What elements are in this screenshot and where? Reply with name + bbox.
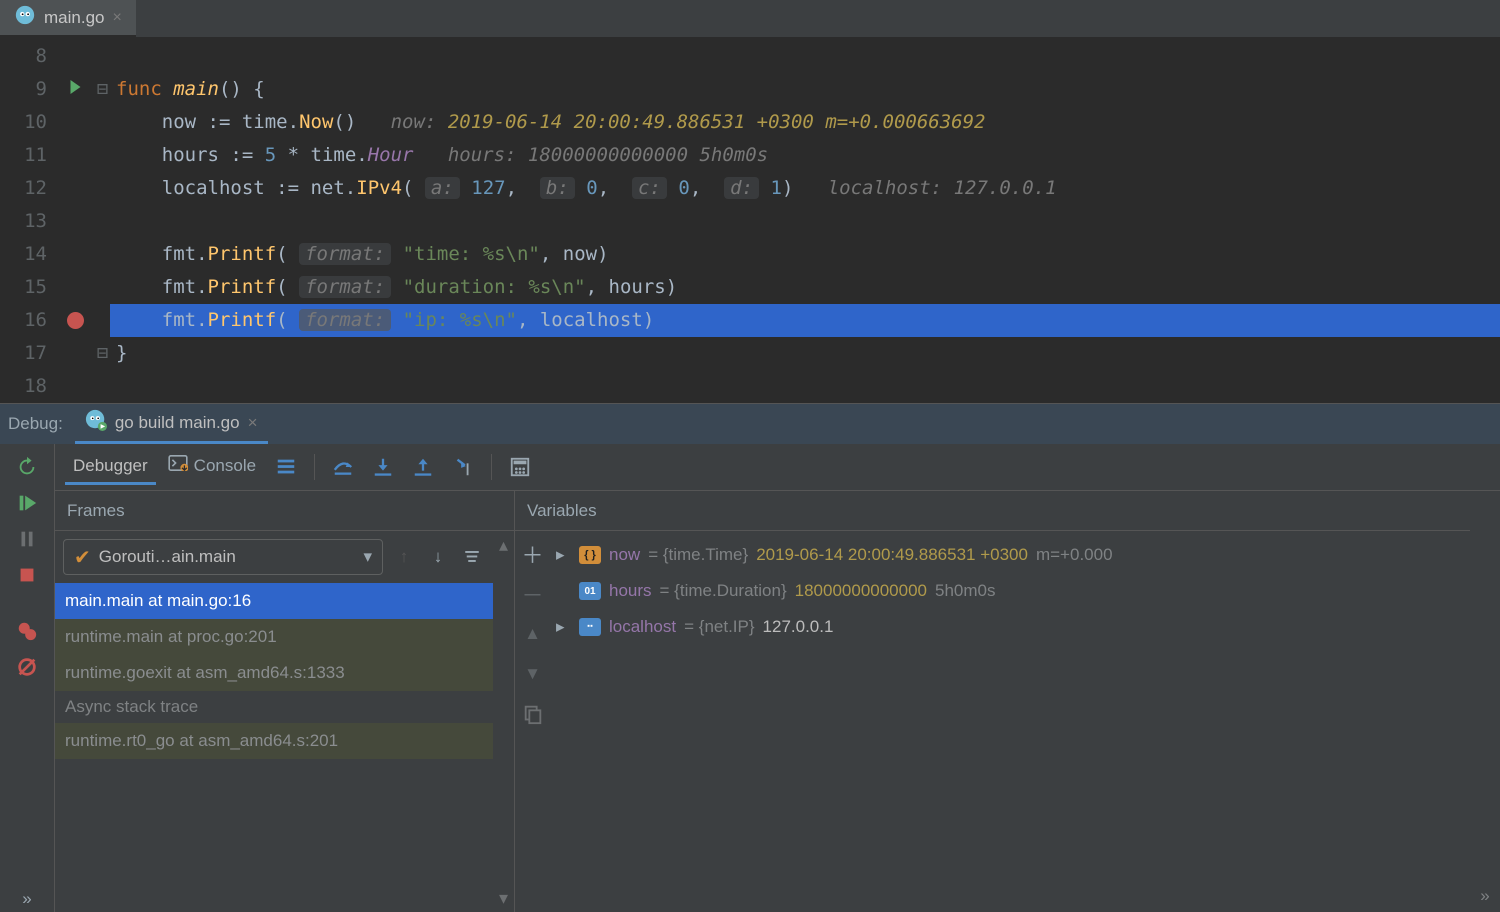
file-tab-label: main.go xyxy=(44,8,104,28)
frames-scrollbar[interactable]: ▴ ▾ xyxy=(493,531,514,912)
frames-list[interactable]: main.main at main.go:16runtime.main at p… xyxy=(55,583,493,759)
evaluate-expression-button[interactable] xyxy=(502,449,538,485)
debug-toolwindow-header: Debug: go build main.go × xyxy=(0,403,1500,444)
frames-panel-title: Frames xyxy=(55,491,514,531)
step-into-button[interactable] xyxy=(365,449,401,485)
down-watch-button[interactable]: ▼ xyxy=(520,661,546,687)
stack-frame[interactable]: runtime.goexit at asm_amd64.s:1333 xyxy=(55,655,493,691)
next-frame-button[interactable]: ↓ xyxy=(425,547,451,567)
add-watch-button[interactable]: ＋ xyxy=(520,541,546,567)
code-editor[interactable]: 89101112131415161718 ⊟⊟ func main() { no… xyxy=(0,37,1500,403)
run-config-label: go build main.go xyxy=(115,413,240,433)
file-tab-main-go[interactable]: main.go × xyxy=(0,0,136,37)
code-area[interactable]: func main() { now := time.Now() now: 201… xyxy=(110,37,1500,403)
check-icon: ✔ xyxy=(74,545,91,570)
threads-icon[interactable] xyxy=(268,449,304,485)
view-breakpoints-button[interactable] xyxy=(14,618,40,644)
async-stack-label: Async stack trace xyxy=(55,691,493,723)
variables-panel-title: Variables xyxy=(515,491,1470,531)
stack-frame[interactable]: main.main at main.go:16 xyxy=(55,583,493,619)
fold-close-icon[interactable]: ⊟ xyxy=(97,337,108,370)
rerun-button[interactable] xyxy=(14,454,40,480)
resume-button[interactable] xyxy=(14,490,40,516)
debug-tabs-toolbar: Debugger Console xyxy=(55,444,1500,491)
tab-console[interactable]: Console xyxy=(160,449,264,485)
expand-icon[interactable]: ▸ xyxy=(556,617,571,637)
console-icon xyxy=(168,455,188,476)
goroutine-selector[interactable]: ✔ Gorouti…ain.main ▾ xyxy=(63,539,383,575)
step-over-button[interactable] xyxy=(325,449,361,485)
fold-open-icon[interactable]: ⊟ xyxy=(97,73,108,106)
frames-panel: Frames ✔ Gorouti…ain.main ▾ ↑ ↓ xyxy=(55,491,515,912)
variables-more-icon[interactable]: » xyxy=(1470,491,1500,912)
debug-title: Debug: xyxy=(8,414,63,434)
fold-gutter: ⊟⊟ xyxy=(95,37,110,403)
editor-tab-bar: main.go × xyxy=(0,0,1500,37)
copy-watch-button[interactable] xyxy=(520,701,546,727)
stack-frame[interactable]: runtime.main at proc.go:201 xyxy=(55,619,493,655)
close-tab-icon[interactable]: × xyxy=(112,9,121,27)
stop-button[interactable] xyxy=(14,562,40,588)
go-run-icon xyxy=(85,409,107,436)
go-file-icon xyxy=(14,4,36,31)
pause-button[interactable] xyxy=(14,526,40,552)
up-watch-button[interactable]: ▲ xyxy=(520,621,546,647)
breakpoint-icon[interactable] xyxy=(67,312,84,329)
variable-row[interactable]: 01 hours = {time.Duration} 1800000000000… xyxy=(550,573,1470,609)
type-badge-icon: ⠒ xyxy=(579,618,601,636)
step-out-button[interactable] xyxy=(405,449,441,485)
type-badge-icon: 01 xyxy=(579,582,601,600)
variable-row[interactable]: ▸ ⠒ localhost = {net.IP} 127.0.0.1 xyxy=(550,609,1470,645)
run-to-cursor-button[interactable] xyxy=(445,449,481,485)
debug-side-toolbar: » xyxy=(0,444,55,912)
run-gutter-icon[interactable] xyxy=(69,73,82,106)
type-badge-icon: { } xyxy=(579,546,601,564)
variables-list[interactable]: ▸ { } now = {time.Time} 2019-06-14 20:00… xyxy=(550,531,1470,912)
variables-toolbar: ＋ － ▲ ▼ xyxy=(515,531,550,912)
line-number-gutter: 89101112131415161718 xyxy=(0,37,55,403)
tab-debugger[interactable]: Debugger xyxy=(65,450,156,485)
debug-toolwindow: » Debugger Console Frames xyxy=(0,444,1500,912)
stack-frame[interactable]: runtime.rt0_go at asm_amd64.s:201 xyxy=(55,723,493,759)
close-run-tab-icon[interactable]: × xyxy=(248,413,258,433)
mute-breakpoints-button[interactable] xyxy=(14,654,40,680)
icon-gutter xyxy=(55,37,95,403)
goroutine-label: Gorouti…ain.main xyxy=(99,547,236,567)
prev-frame-button[interactable]: ↑ xyxy=(391,547,417,567)
chevron-down-icon: ▾ xyxy=(363,547,372,567)
filter-frames-button[interactable] xyxy=(459,548,485,566)
variables-panel: Variables ＋ － ▲ ▼ ▸ { } now = {time.Time… xyxy=(515,491,1470,912)
remove-watch-button[interactable]: － xyxy=(520,581,546,607)
more-icon[interactable]: » xyxy=(14,886,40,912)
expand-icon[interactable]: ▸ xyxy=(556,545,571,565)
run-config-tab[interactable]: go build main.go × xyxy=(75,404,268,444)
variable-row[interactable]: ▸ { } now = {time.Time} 2019-06-14 20:00… xyxy=(550,537,1470,573)
